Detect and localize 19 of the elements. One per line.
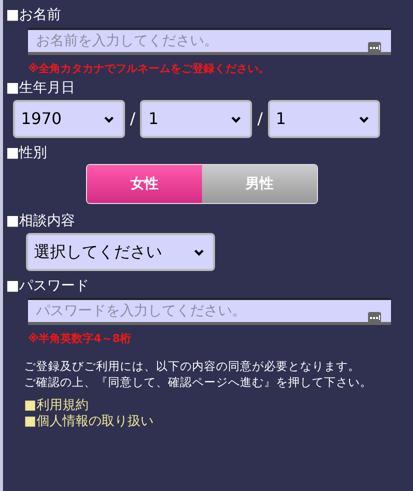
year-select[interactable]: 1970 (13, 100, 125, 138)
field-label: ■相談内容 (6, 212, 76, 230)
text-field[interactable]: お名前を入力してください。 (28, 28, 391, 55)
field-label: ■パスワード (6, 277, 90, 295)
month-select[interactable]: 1 (140, 100, 252, 138)
separator-text: / (130, 108, 136, 130)
day-select[interactable]: 1 (268, 100, 380, 138)
policy-link[interactable]: ■利用規約 (24, 398, 88, 414)
separator-text: / (257, 108, 263, 130)
consultation-select[interactable]: 選択してください (26, 233, 215, 271)
text-field[interactable]: パスワードを入力してください。 (28, 298, 391, 325)
field-label: ■性別 (6, 144, 48, 162)
hint-text: ※全角カタカナでフルネームをご登録ください。 (28, 62, 270, 76)
policy-link[interactable]: ■個人情報の取り扱い (24, 414, 154, 430)
agreement-text: ご登録及びご利用には、以下の内容の同意が必要となります。 ご確認の上、『同意して、確認ページへ進む』を押して下さい。 (24, 358, 373, 390)
gender-toggle[interactable]: 女性 (87, 165, 202, 203)
hint-text: ※半角英数字4～8桁 (28, 332, 132, 346)
field-label: ■お名前 (6, 6, 62, 24)
field-label: ■生年月日 (6, 79, 76, 97)
